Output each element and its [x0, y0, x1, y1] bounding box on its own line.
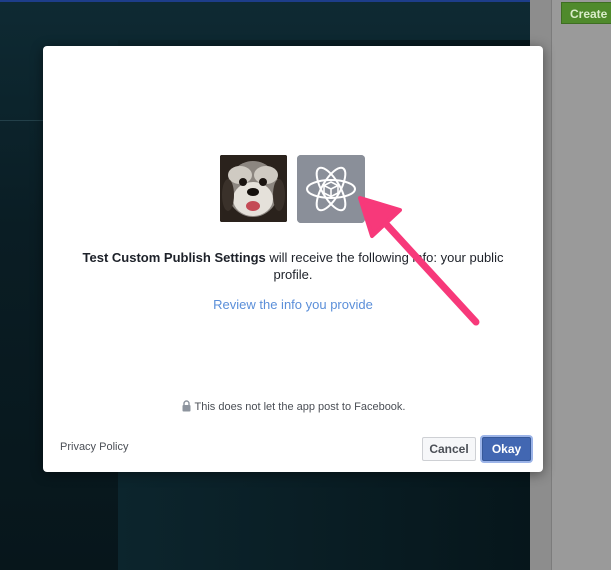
notice-text: This does not let the app post to Facebo…: [194, 401, 406, 413]
lock-icon: [182, 400, 191, 412]
top-border: [0, 0, 530, 2]
privacy-policy-link[interactable]: Privacy Policy: [60, 441, 128, 453]
create-button[interactable]: Create: [561, 2, 611, 24]
cancel-button[interactable]: Cancel: [422, 437, 476, 461]
user-avatar: [220, 155, 287, 222]
review-info-link-label[interactable]: Review the info you provide: [213, 297, 373, 312]
avatar-group: [220, 155, 366, 223]
okay-button[interactable]: Okay: [482, 437, 531, 461]
screen: Create Test Custom Publish Settings will…: [0, 0, 611, 570]
app-name: Test Custom Publish Settings: [82, 250, 266, 265]
post-permission-notice: This does not let the app post to Facebo…: [43, 400, 543, 413]
pink-arrow-icon: [358, 196, 480, 326]
right-sidebar: [551, 0, 611, 570]
